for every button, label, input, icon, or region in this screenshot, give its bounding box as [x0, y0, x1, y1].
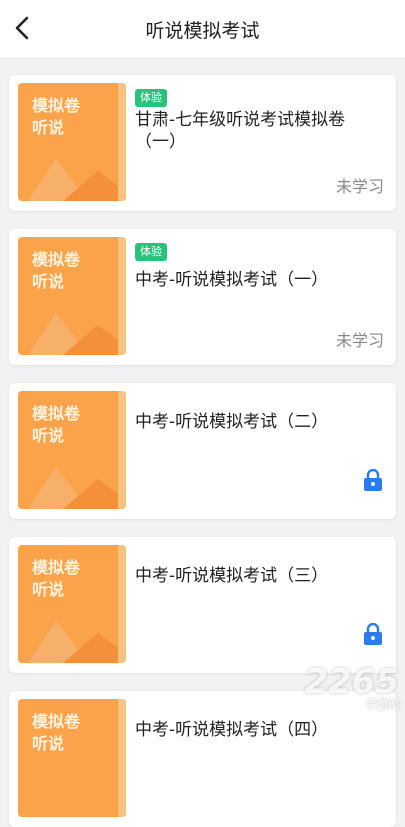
trial-badge: 体验 — [135, 89, 167, 107]
mountain-graphic — [28, 467, 118, 509]
top-bar: 听说模拟考试 — [0, 0, 405, 59]
cover-label: 模拟卷 听说 — [32, 712, 81, 753]
cover-label: 模拟卷 听说 — [32, 558, 81, 599]
exam-card[interactable]: 模拟卷 听说 体验 甘肃-七年级听说考试模拟卷（一） 未学习 — [9, 75, 396, 211]
mountain-graphic — [28, 621, 118, 663]
exam-cover-image: 模拟卷 听说 — [18, 237, 126, 355]
watermark-logo: 2265 手游网 — [304, 662, 399, 711]
page-title: 听说模拟考试 — [145, 20, 260, 42]
cover-label: 模拟卷 听说 — [32, 250, 81, 291]
cover-label: 模拟卷 听说 — [32, 96, 81, 137]
exam-title: 中考-听说模拟考试（三） — [135, 566, 329, 586]
exam-cover-image: 模拟卷 听说 — [18, 699, 126, 817]
mountain-graphic — [28, 313, 118, 355]
exam-card[interactable]: 模拟卷 听说 中考-听说模拟考试（二） — [9, 383, 396, 519]
study-status: 未学习 — [335, 177, 384, 196]
exam-cover-image: 模拟卷 听说 — [18, 83, 126, 201]
mountain-graphic — [28, 159, 118, 201]
exam-card[interactable]: 模拟卷 听说 体验 中考-听说模拟考试（一） 未学习 — [9, 229, 396, 365]
exam-title: 中考-听说模拟考试（二） — [135, 412, 329, 432]
lock-icon — [364, 623, 382, 645]
study-status: 未学习 — [335, 331, 384, 350]
exam-cover-image: 模拟卷 听说 — [18, 391, 126, 509]
cover-label: 模拟卷 听说 — [32, 404, 81, 445]
trial-badge: 体验 — [135, 243, 167, 261]
exam-title: 甘肃-七年级听说考试模拟卷（一） — [135, 110, 346, 152]
exam-title: 中考-听说模拟考试（四） — [135, 720, 329, 740]
lock-icon — [364, 469, 382, 491]
exam-cover-image: 模拟卷 听说 — [18, 545, 126, 663]
exam-title: 中考-听说模拟考试（一） — [135, 270, 329, 290]
exam-card[interactable]: 模拟卷 听说 中考-听说模拟考试（三） — [9, 537, 396, 673]
